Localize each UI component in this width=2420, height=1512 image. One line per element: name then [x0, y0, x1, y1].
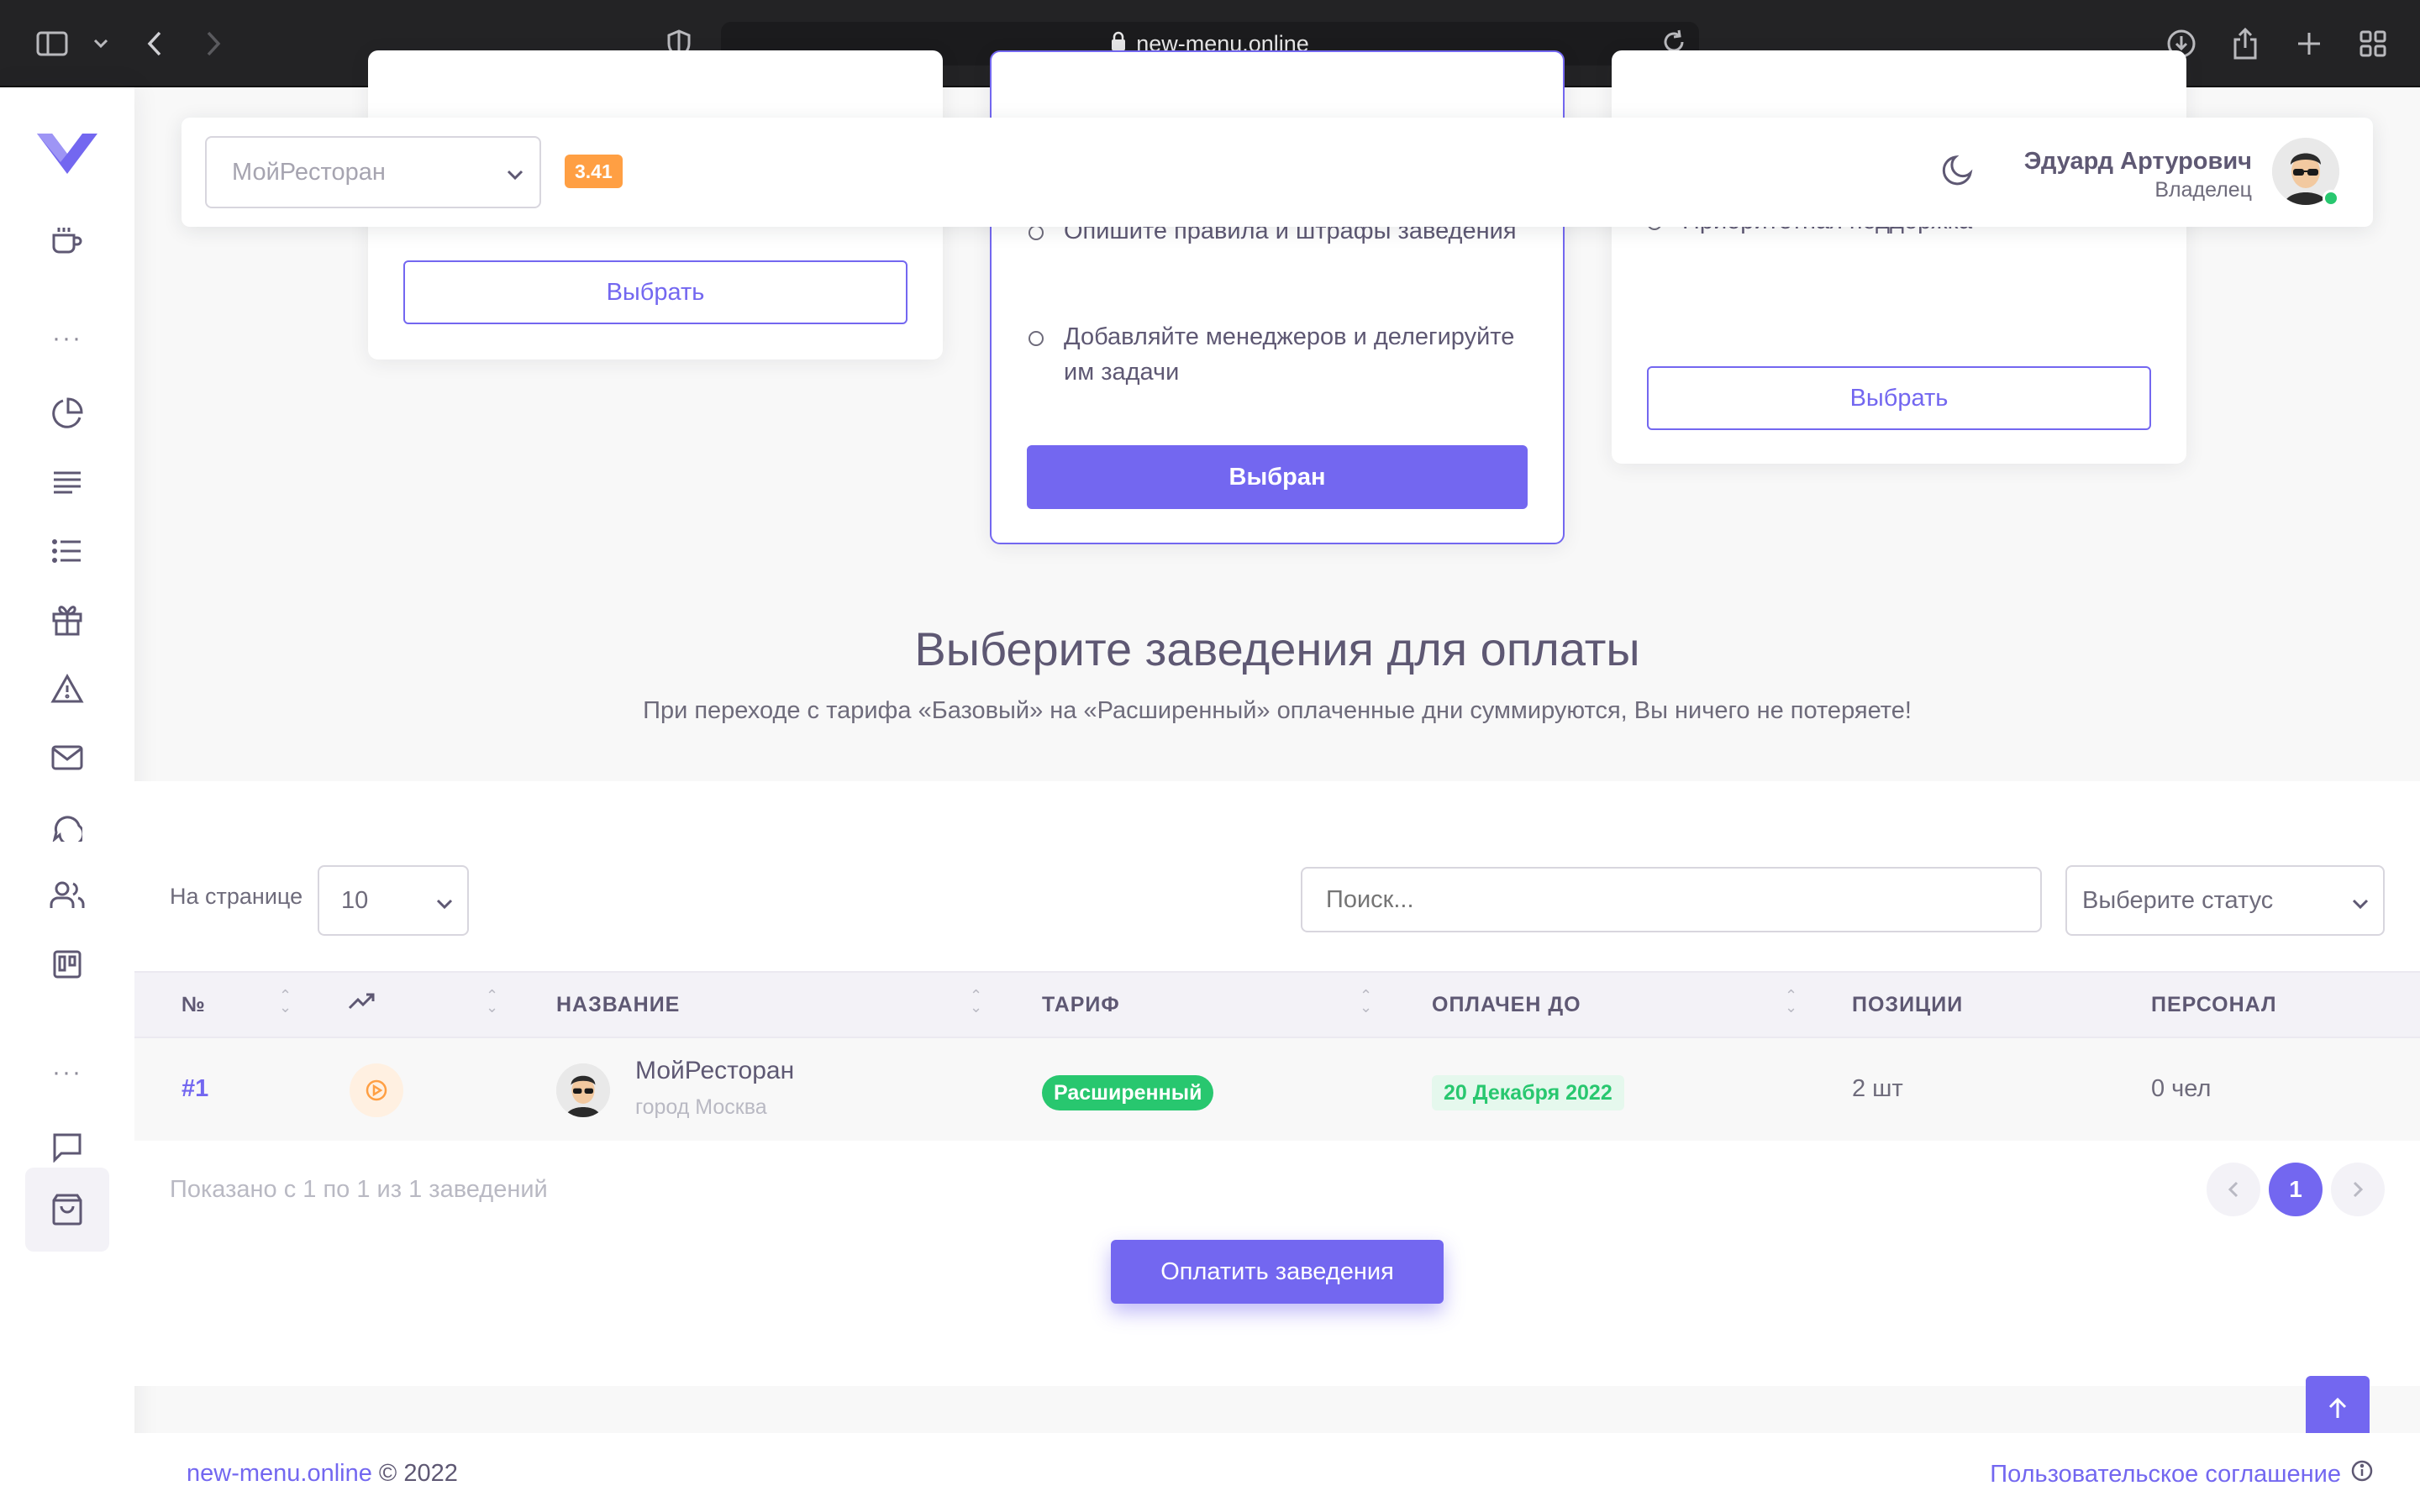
top-navbar: МойРесторан 3.41 Эдуард Артурович Владел…	[182, 118, 2373, 227]
feature-item: Добавляйте менеджеров и делегируйте им з…	[1028, 319, 1533, 390]
trending-up-icon[interactable]	[348, 991, 375, 1016]
pricing-card-premium: Приоритетная поддержка Выбрать	[1612, 50, 2186, 464]
section-dots-icon: ···	[52, 1058, 82, 1086]
column-header-paid-until[interactable]: Оплачен до	[1432, 993, 1581, 1017]
restaurant-select[interactable]: МойРесторан	[205, 136, 541, 208]
page-subtitle: При переходе с тарифа «Базовый» на «Расш…	[643, 697, 1912, 724]
coffee-cup-icon[interactable]	[37, 210, 97, 270]
sort-icon[interactable]: ⌃ ⌄	[1360, 988, 1372, 1015]
back-icon[interactable]	[136, 25, 173, 62]
tab-overview-icon[interactable]	[2354, 25, 2391, 62]
moon-icon[interactable]	[1941, 153, 1975, 191]
message-circle-icon[interactable]	[37, 796, 97, 857]
search-input[interactable]	[1301, 867, 2042, 932]
staff-count: 0 чел	[2151, 1075, 2212, 1102]
mail-icon[interactable]	[37, 727, 97, 788]
row-id-link[interactable]: #1	[182, 1075, 208, 1103]
footer-brand-link[interactable]: new-menu.online	[187, 1460, 372, 1487]
scroll-to-top-button[interactable]	[2306, 1376, 2370, 1440]
chevron-down-icon	[506, 160, 524, 187]
pagination-summary: Показано с 1 по 1 из 1 заведений	[170, 1176, 548, 1203]
share-icon[interactable]	[2227, 25, 2264, 62]
sort-icon[interactable]: ⌃ ⌄	[279, 988, 292, 1015]
per-page-value: 10	[341, 886, 369, 914]
footer-year: © 2022	[371, 1460, 458, 1487]
per-page-select[interactable]: 10	[318, 865, 469, 936]
table-header: № ⌃ ⌄ ⌃ ⌄ Название ⌃ ⌄ Тариф ⌃ ⌄ Оплачен до …	[134, 971, 2420, 1038]
table-row[interactable]: #1 МойРесторан город Москва Расширенный …	[134, 1038, 2420, 1141]
alert-triangle-icon[interactable]	[37, 659, 97, 719]
users-icon[interactable]	[37, 865, 97, 926]
page-title: Выберите заведения для оплаты	[914, 622, 1640, 675]
shopping-bag-icon[interactable]	[25, 1168, 109, 1252]
column-header-staff[interactable]: Персонал	[2151, 993, 2277, 1017]
tariff-badge: Расширенный	[1042, 1075, 1214, 1110]
restaurant-city: город Москва	[635, 1095, 767, 1119]
establishments-panel: На странице 10 Выберите статус № ⌃⌄ ⌃⌄ Н…	[134, 781, 2420, 1386]
column-header-tariff[interactable]: Тариф	[1042, 993, 1120, 1017]
sort-icon[interactable]: ⌃ ⌄	[970, 988, 982, 1015]
user-role: Владелец	[2154, 178, 2252, 202]
section-dots-icon: ···	[52, 324, 82, 352]
restaurant-name[interactable]: МойРесторан	[635, 1057, 794, 1085]
positions-count: 2 шт	[1852, 1075, 1903, 1102]
next-page-button[interactable]	[2331, 1163, 2385, 1216]
select-plan-button[interactable]: Выбрать	[403, 260, 908, 324]
brand-logo-icon[interactable]	[34, 118, 101, 185]
play-circle-icon[interactable]	[350, 1063, 403, 1117]
status-select-value: Выберите статус	[2082, 886, 2274, 914]
select-plan-button[interactable]: Выбрать	[1647, 366, 2151, 430]
info-icon	[2351, 1460, 2373, 1488]
online-status-dot	[2323, 190, 2339, 207]
user-agreement-label: Пользовательское соглашение	[1990, 1460, 2341, 1488]
column-header-positions[interactable]: Позиции	[1852, 993, 1963, 1017]
version-badge: 3.41	[565, 155, 623, 188]
footer: new-menu.online © 2022 Пользовательское …	[134, 1433, 2420, 1512]
sort-icon[interactable]: ⌃ ⌄	[1785, 988, 1797, 1015]
pay-establishments-button[interactable]: Оплатить заведения	[1111, 1240, 1444, 1304]
trello-board-icon[interactable]	[37, 934, 97, 995]
column-header-name[interactable]: Название	[556, 993, 680, 1017]
align-left-icon[interactable]	[37, 452, 97, 512]
sidebar-toggle-icon[interactable]	[34, 25, 71, 62]
sort-icon[interactable]: ⌃ ⌄	[486, 988, 498, 1015]
user-agreement-link[interactable]: Пользовательское соглашение	[1990, 1460, 2373, 1488]
footer-copyright: new-menu.online © 2022	[187, 1460, 458, 1488]
avatar	[556, 1063, 610, 1117]
pie-chart-icon[interactable]	[37, 383, 97, 444]
user-name[interactable]: Эдуард Артурович	[2024, 148, 2252, 176]
forward-icon[interactable]	[195, 25, 232, 62]
selected-plan-button[interactable]: Выбран	[1027, 445, 1528, 509]
restaurant-select-value: МойРесторан	[232, 158, 386, 186]
chevron-down-icon	[2351, 889, 2370, 916]
list-icon[interactable]	[37, 521, 97, 581]
column-header-number[interactable]: №	[182, 993, 206, 1017]
per-page-label: На странице	[170, 884, 303, 909]
page-button[interactable]: 1	[2269, 1163, 2323, 1216]
gift-icon[interactable]	[37, 590, 97, 650]
sidebar: ··· ···	[0, 87, 134, 1512]
chevron-down-icon[interactable]	[82, 25, 119, 62]
chevron-down-icon	[435, 889, 454, 916]
status-select[interactable]: Выберите статус	[2065, 865, 2385, 936]
paid-until-badge: 20 Декабря 2022	[1432, 1075, 1624, 1110]
prev-page-button[interactable]	[2207, 1163, 2260, 1216]
new-tab-icon[interactable]	[2291, 25, 2328, 62]
